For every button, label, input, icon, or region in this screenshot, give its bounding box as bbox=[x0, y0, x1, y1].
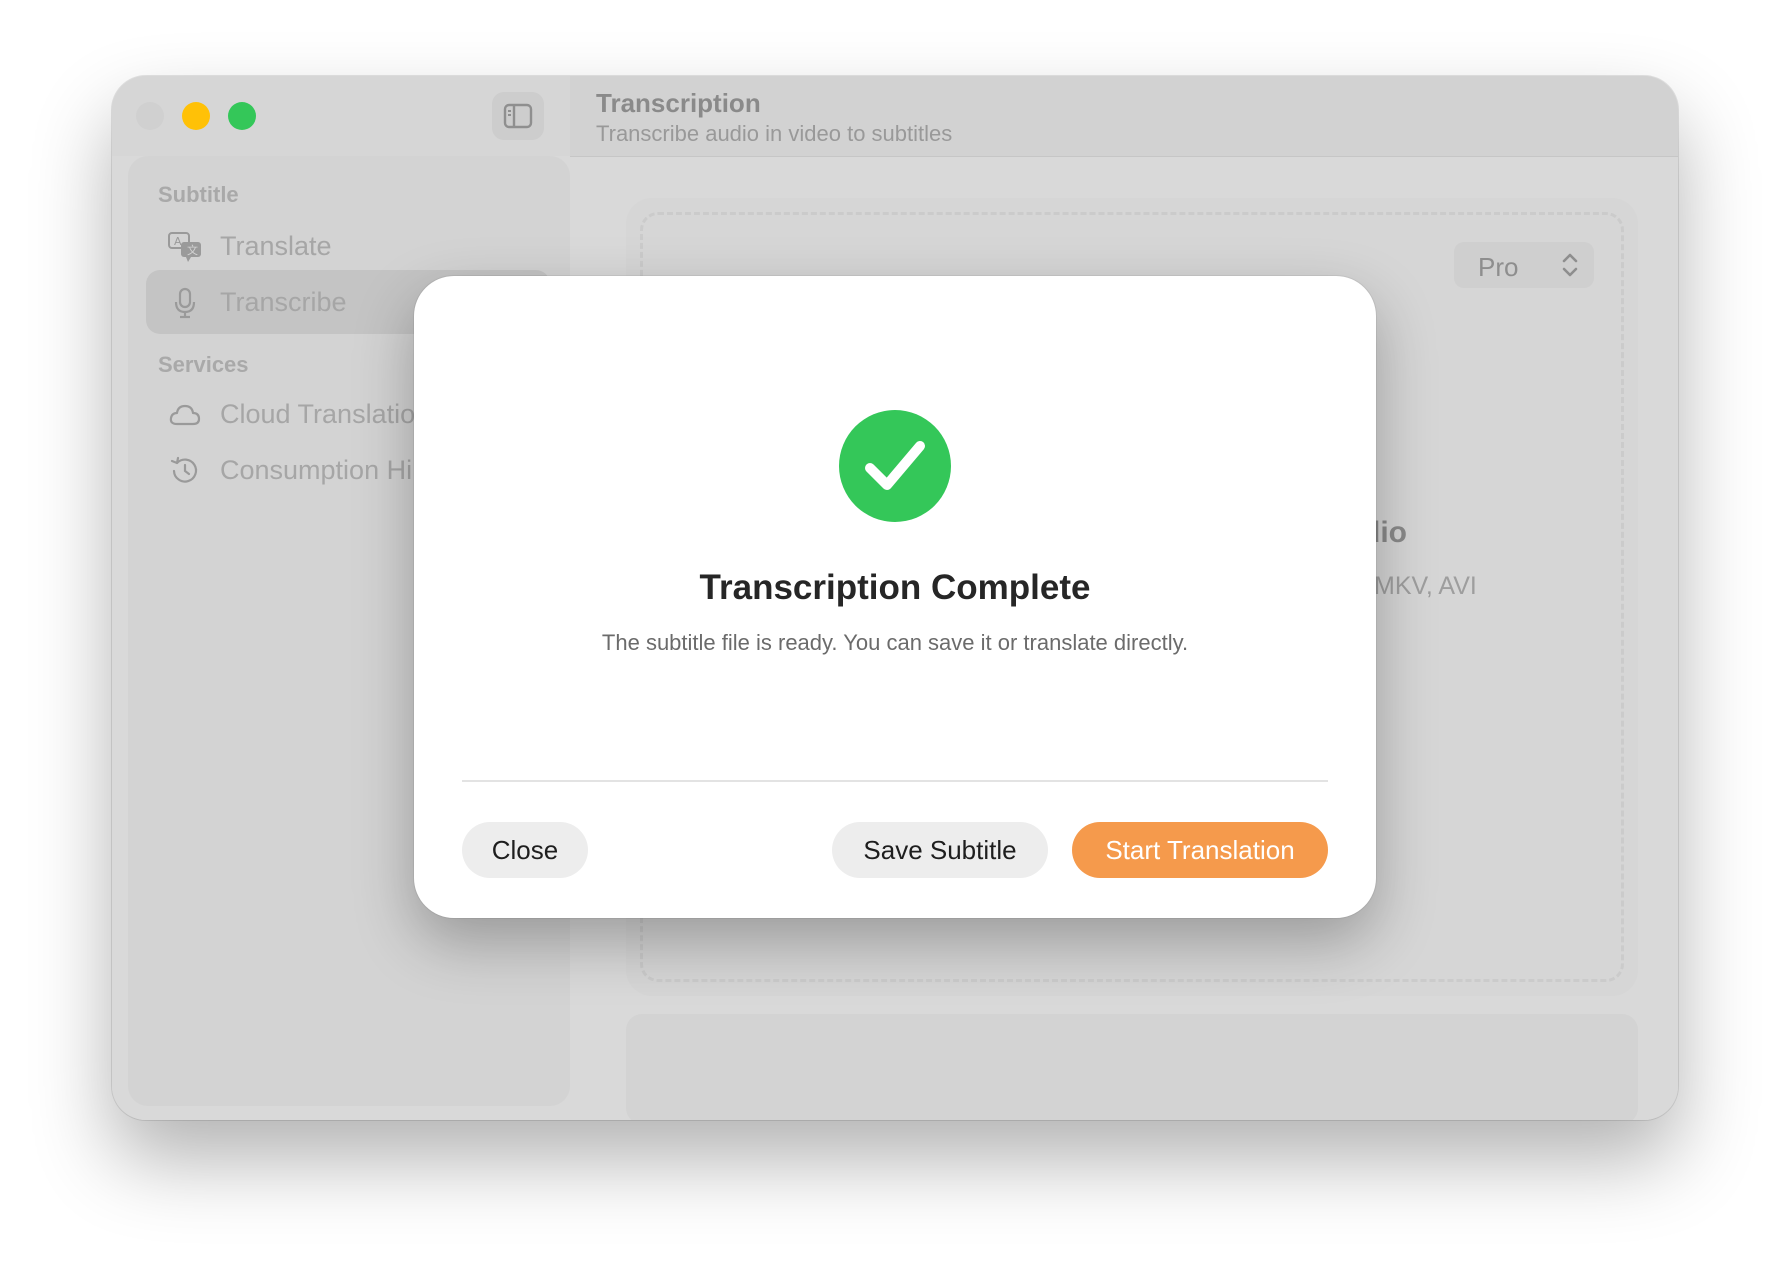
sidebar-item-label: Translate bbox=[220, 231, 332, 261]
dialog-message: The subtitle file is ready. You can save… bbox=[601, 630, 1189, 655]
screen: Transcription Transcribe audio in video … bbox=[0, 0, 1784, 1264]
close-button[interactable]: Close bbox=[462, 822, 588, 878]
sidebar-section-subtitle: Subtitle bbox=[158, 182, 239, 207]
sidebar-toggle-button[interactable] bbox=[492, 92, 544, 140]
checkmark-circle-icon bbox=[839, 410, 951, 522]
window-close-button[interactable] bbox=[136, 102, 164, 130]
main-header: Transcription Transcribe audio in video … bbox=[570, 76, 1678, 157]
titlebar bbox=[112, 76, 570, 156]
dialog-divider bbox=[462, 780, 1328, 782]
drop-zone-formats: MKV, AVI bbox=[1374, 572, 1477, 600]
cloud-icon bbox=[169, 404, 201, 426]
sidebar-item-label: Consumption Hi bbox=[220, 455, 413, 485]
start-translation-button[interactable]: Start Translation bbox=[1072, 822, 1328, 878]
sidebar-toggle-icon bbox=[503, 103, 533, 129]
sidebar-item-translate[interactable]: A 文 Translate bbox=[146, 214, 550, 278]
history-icon bbox=[170, 456, 198, 483]
window-maximize-button[interactable] bbox=[228, 102, 256, 130]
svg-text:A: A bbox=[174, 235, 182, 248]
model-select-value: Pro bbox=[1478, 252, 1519, 282]
sidebar-section-services: Services bbox=[158, 352, 249, 377]
page-subtitle: Transcribe audio in video to subtitles bbox=[596, 121, 953, 146]
svg-text:文: 文 bbox=[187, 243, 198, 257]
model-select[interactable]: Pro bbox=[1454, 242, 1594, 288]
chevron-up-down-icon bbox=[1562, 253, 1578, 277]
sidebar-item-label: Transcribe bbox=[220, 287, 347, 317]
page-title: Transcription bbox=[596, 88, 761, 118]
dialog-title: Transcription Complete bbox=[699, 568, 1091, 607]
save-subtitle-button[interactable]: Save Subtitle bbox=[832, 822, 1048, 878]
translate-icon: A 文 bbox=[168, 232, 201, 262]
window-minimize-button[interactable] bbox=[182, 102, 210, 130]
microphone-icon bbox=[174, 287, 196, 319]
sidebar-item-label: Cloud Translatio bbox=[220, 399, 416, 429]
transcription-complete-dialog: Transcription Complete The subtitle file… bbox=[414, 276, 1376, 918]
bottom-panel bbox=[626, 1014, 1638, 1120]
